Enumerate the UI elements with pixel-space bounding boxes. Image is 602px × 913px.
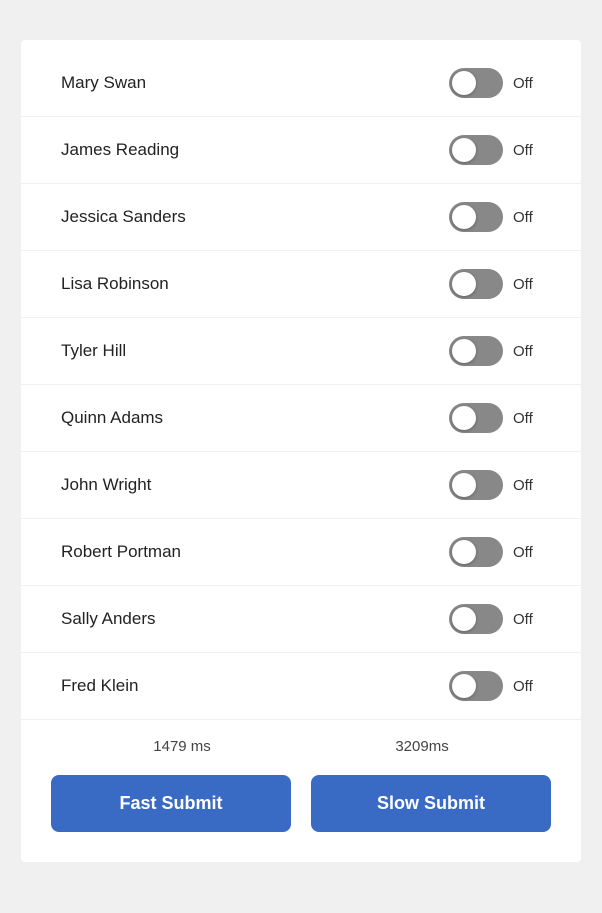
person-name: Robert Portman (61, 542, 181, 562)
person-row: Lisa Robinson Off (21, 251, 581, 318)
toggle-state-label: Off (513, 477, 541, 494)
toggle-knob (452, 607, 476, 631)
person-name: Fred Klein (61, 676, 138, 696)
toggle-switch[interactable] (449, 135, 503, 165)
person-row: James Reading Off (21, 117, 581, 184)
slow-submit-button[interactable]: Slow Submit (311, 775, 551, 832)
person-name: Jessica Sanders (61, 207, 186, 227)
toggle-knob (452, 138, 476, 162)
toggle-knob (452, 674, 476, 698)
person-row: Sally Anders Off (21, 586, 581, 653)
toggle-switch[interactable] (449, 604, 503, 634)
timing-row: 1479 ms 3209ms (21, 720, 581, 765)
toggle-area: Off (449, 269, 541, 299)
toggle-switch[interactable] (449, 269, 503, 299)
toggle-switch[interactable] (449, 470, 503, 500)
person-name: James Reading (61, 140, 179, 160)
person-row: Tyler Hill Off (21, 318, 581, 385)
toggle-state-label: Off (513, 343, 541, 360)
toggle-state-label: Off (513, 611, 541, 628)
toggle-knob (452, 205, 476, 229)
person-row: Mary Swan Off (21, 50, 581, 117)
person-row: Fred Klein Off (21, 653, 581, 720)
toggle-switch[interactable] (449, 68, 503, 98)
toggle-area: Off (449, 537, 541, 567)
toggle-knob (452, 272, 476, 296)
person-row: Jessica Sanders Off (21, 184, 581, 251)
toggle-area: Off (449, 671, 541, 701)
toggle-area: Off (449, 336, 541, 366)
toggle-area: Off (449, 403, 541, 433)
toggle-switch[interactable] (449, 202, 503, 232)
toggle-area: Off (449, 135, 541, 165)
toggle-area: Off (449, 470, 541, 500)
toggle-knob (452, 406, 476, 430)
person-name: Lisa Robinson (61, 274, 169, 294)
toggle-switch[interactable] (449, 336, 503, 366)
person-row: Quinn Adams Off (21, 385, 581, 452)
toggle-state-label: Off (513, 678, 541, 695)
person-name: Tyler Hill (61, 341, 126, 361)
person-name: Quinn Adams (61, 408, 163, 428)
buttons-row: Fast Submit Slow Submit (21, 765, 581, 842)
person-name: John Wright (61, 475, 151, 495)
toggle-state-label: Off (513, 142, 541, 159)
toggle-area: Off (449, 604, 541, 634)
toggle-state-label: Off (513, 209, 541, 226)
person-name: Mary Swan (61, 73, 146, 93)
slow-timing: 3209ms (395, 738, 448, 755)
main-card: Mary SwanOffJames ReadingOffJessica Sand… (21, 40, 581, 862)
toggle-area: Off (449, 68, 541, 98)
person-name: Sally Anders (61, 609, 156, 629)
toggle-knob (452, 473, 476, 497)
toggle-state-label: Off (513, 544, 541, 561)
toggle-state-label: Off (513, 276, 541, 293)
toggle-switch[interactable] (449, 403, 503, 433)
toggle-knob (452, 540, 476, 564)
toggle-switch[interactable] (449, 537, 503, 567)
toggle-switch[interactable] (449, 671, 503, 701)
person-row: John Wright Off (21, 452, 581, 519)
toggle-knob (452, 71, 476, 95)
fast-timing: 1479 ms (153, 738, 211, 755)
toggle-state-label: Off (513, 75, 541, 92)
toggle-area: Off (449, 202, 541, 232)
toggle-knob (452, 339, 476, 363)
person-row: Robert Portman Off (21, 519, 581, 586)
toggle-state-label: Off (513, 410, 541, 427)
fast-submit-button[interactable]: Fast Submit (51, 775, 291, 832)
